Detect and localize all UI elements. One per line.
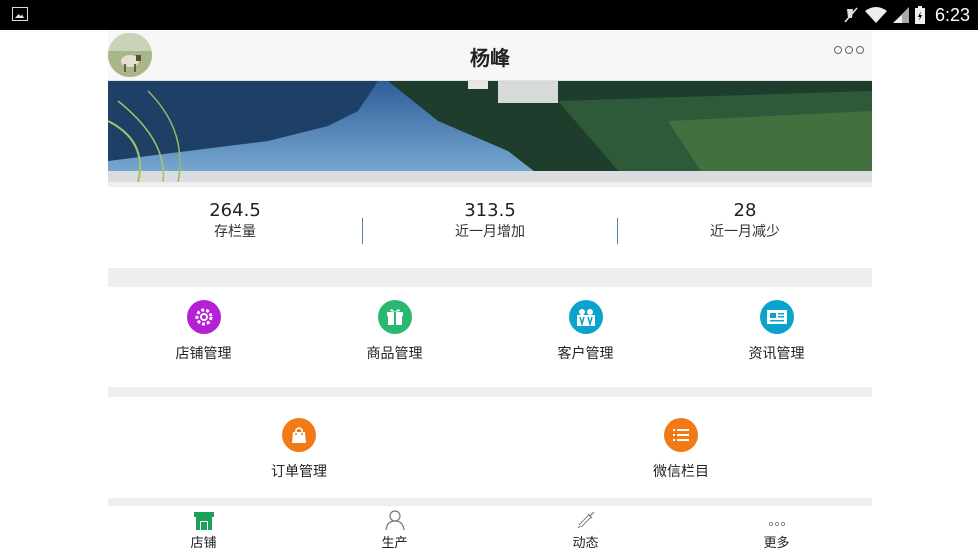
wifi-icon [864, 7, 887, 23]
gear-icon [186, 300, 221, 334]
stat-value: 28 [733, 200, 757, 221]
more-options-icon[interactable] [834, 46, 864, 54]
gift-icon [377, 300, 412, 334]
tab-production[interactable]: 生产 [299, 506, 490, 550]
shopping-bag-icon [282, 418, 316, 452]
tab-more[interactable]: 更多 [681, 506, 872, 550]
syringe-icon [577, 511, 594, 529]
menu-item-label: 资讯管理 [748, 346, 805, 362]
battery-icon [914, 6, 925, 24]
mute-icon [844, 7, 858, 23]
stat-monthly-increase[interactable]: 313.5 近一月增加 [363, 200, 617, 260]
divider [108, 182, 872, 187]
menu-item-label: 商品管理 [366, 346, 423, 362]
tab-dynamics[interactable]: 动态 [490, 506, 681, 550]
customers-icon [568, 300, 603, 334]
signal-icon [892, 7, 909, 23]
menu-row: 店铺管理 商品管理 客户管理 资讯管理 [108, 300, 872, 363]
tab-store[interactable]: 店铺 [108, 506, 299, 550]
stats-panel: 264.5 存栏量 313.5 近一月增加 28 近一月减少 [108, 200, 872, 260]
menu-item-label: 订单管理 [271, 464, 327, 480]
status-bar: 6:23 [0, 0, 978, 30]
stat-value: 313.5 [464, 200, 516, 221]
stat-stock[interactable]: 264.5 存栏量 [108, 200, 362, 260]
menu-item-label: 店铺管理 [175, 346, 232, 362]
tab-label: 动态 [572, 536, 599, 550]
stat-monthly-decrease[interactable]: 28 近一月减少 [618, 200, 872, 260]
menu-item-order-management[interactable]: 订单管理 [108, 418, 490, 481]
more-dots-icon [768, 522, 785, 527]
page-title: 杨峰 [470, 46, 510, 70]
menu-item-news-management[interactable]: 资讯管理 [681, 300, 872, 363]
status-clock: 6:23 [934, 4, 970, 25]
app-screen: 杨峰 264.5 存栏量 313.5 近一月增加 28 近一月减少 店铺管理 商… [108, 30, 872, 550]
store-icon [193, 512, 214, 530]
menu-item-product-management[interactable]: 商品管理 [299, 300, 490, 363]
bottom-tab-bar: 店铺 生产 动态 更多 [108, 506, 872, 550]
divider [108, 268, 872, 287]
tab-label: 生产 [381, 536, 408, 550]
divider [108, 387, 872, 397]
tab-label: 更多 [763, 536, 790, 550]
tab-label: 店铺 [190, 536, 217, 550]
gallery-icon [12, 7, 28, 21]
stat-value: 264.5 [209, 200, 261, 221]
menu-item-label: 微信栏目 [653, 464, 709, 480]
person-icon [384, 510, 405, 530]
list-icon [664, 418, 698, 452]
menu-item-store-management[interactable]: 店铺管理 [108, 300, 299, 363]
divider [108, 498, 872, 506]
app-header: 杨峰 [108, 30, 872, 81]
menu-item-customer-management[interactable]: 客户管理 [490, 300, 681, 363]
stat-label: 存栏量 [214, 224, 256, 240]
stat-label: 近一月增加 [455, 224, 525, 240]
stat-label: 近一月减少 [710, 224, 780, 240]
newspaper-icon [759, 300, 794, 334]
menu-item-wechat-column[interactable]: 微信栏目 [490, 418, 872, 481]
menu-item-label: 客户管理 [557, 346, 614, 362]
menu-row: 订单管理 微信栏目 [108, 418, 872, 481]
banner-image [108, 81, 872, 182]
